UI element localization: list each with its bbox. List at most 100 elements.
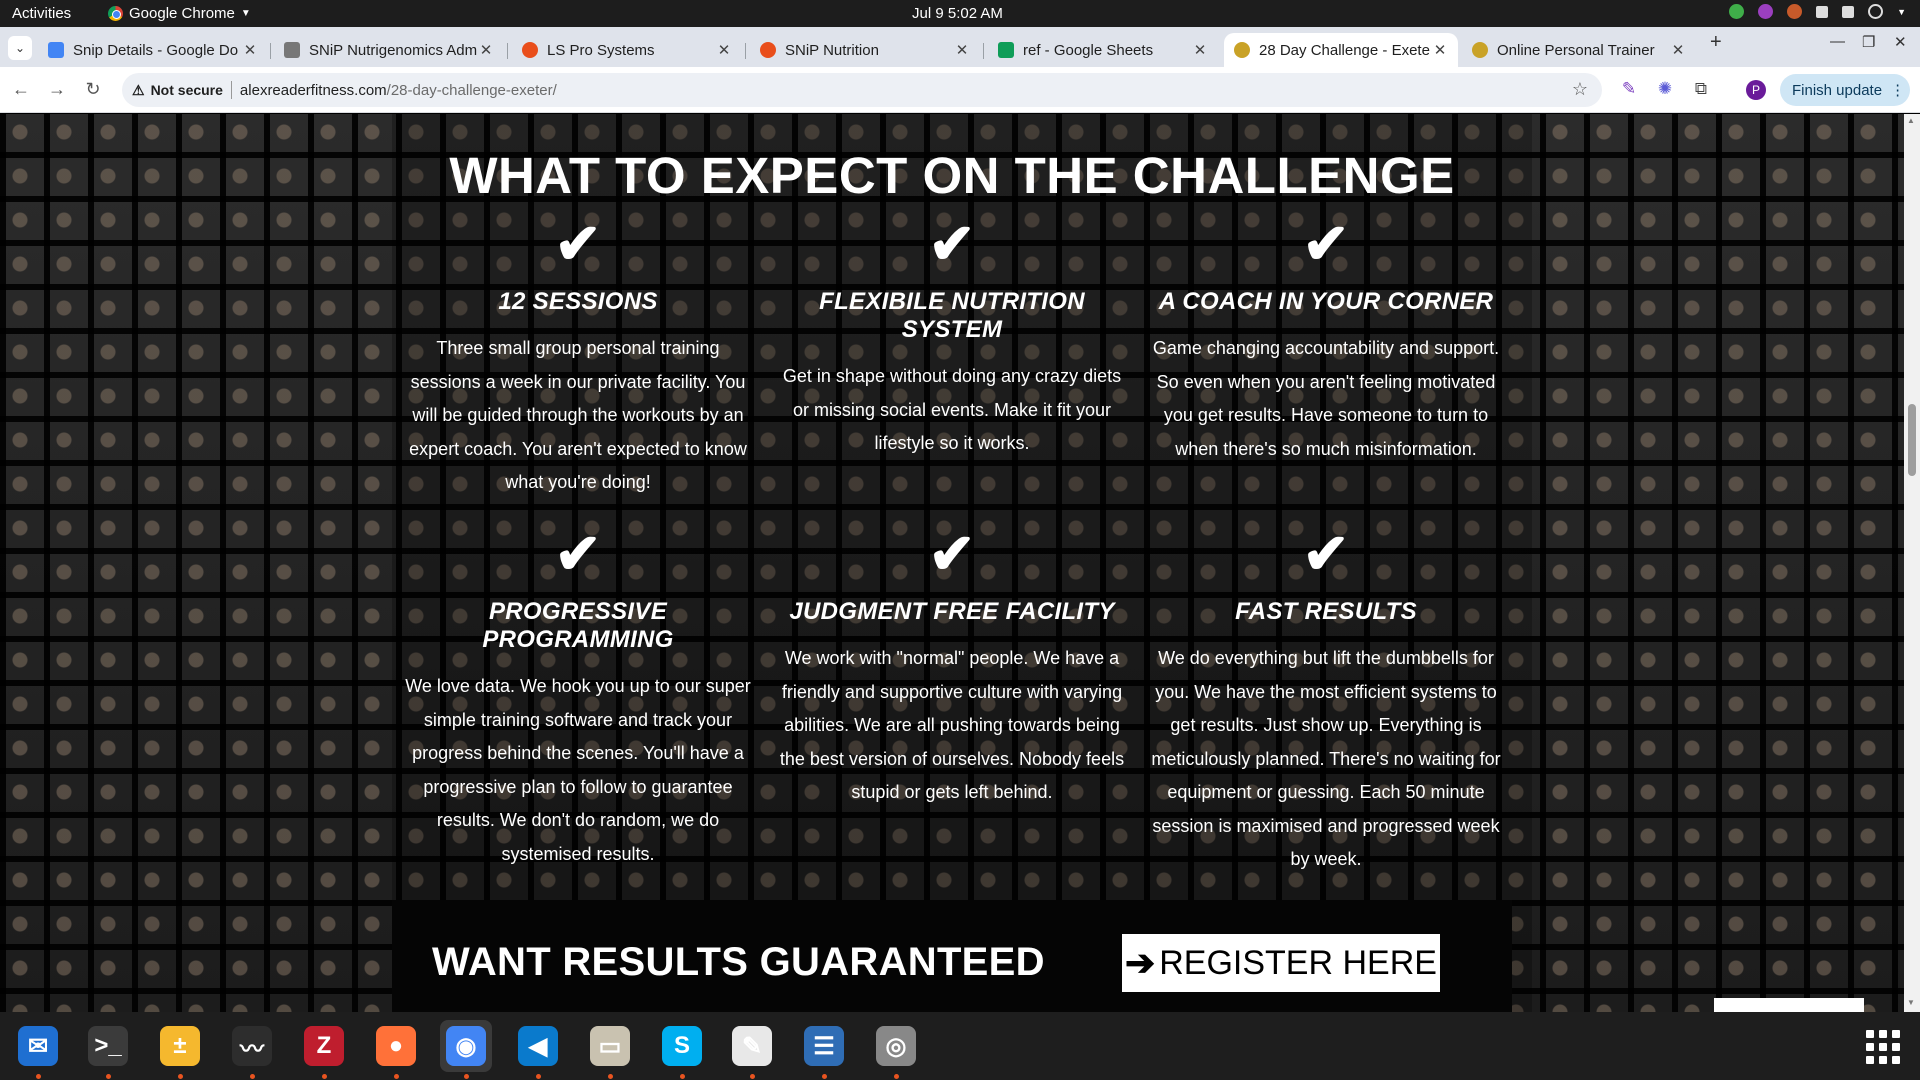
text-editor-icon[interactable]: ✎ [726, 1020, 778, 1072]
checkmark-icon: ✔ [928, 212, 976, 275]
register-button-label: REGISTER HERE [1159, 943, 1437, 982]
close-icon[interactable]: ✕ [1192, 41, 1208, 59]
caret-down-icon: ▼ [240, 8, 251, 19]
running-indicator [178, 1074, 183, 1079]
disk-utility-icon[interactable]: ◎ [870, 1020, 922, 1072]
activities-button[interactable]: Activities [12, 5, 71, 22]
running-indicator [250, 1074, 255, 1079]
chevron-down-icon[interactable]: ▼ [1897, 7, 1906, 17]
feature-text: Get in shape without doing any crazy die… [782, 366, 1122, 453]
tab-snip-nutrition[interactable]: SNiP Nutrition ✕ [750, 33, 980, 67]
app-menu[interactable]: Google Chrome ▼ [108, 5, 251, 22]
close-icon[interactable]: ✕ [1432, 41, 1448, 59]
scrollbar-thumb[interactable] [1908, 404, 1916, 476]
maximize-icon[interactable]: ❐ [1862, 33, 1875, 51]
extensions-puzzle-icon[interactable]: ⧉ [1690, 79, 1712, 101]
address-bar[interactable]: ⚠ Not secure alexreaderfitness.com/28-da… [122, 73, 1602, 107]
calculator-icon[interactable]: ± [154, 1020, 206, 1072]
tab-strip: ⌄ Snip Details - Google Do ✕ SNiP Nutrig… [0, 27, 1920, 67]
tab-ref-google-sheets[interactable]: ref - Google Sheets ✕ [988, 33, 1218, 67]
reload-icon[interactable]: ↻ [82, 79, 104, 100]
checkmark-icon: ✔ [928, 522, 976, 585]
feature-12-sessions: ✔ 12 SESSIONS Three small group personal… [398, 216, 758, 500]
feature-text: We do everything but lift the dumbbells … [1151, 648, 1501, 869]
new-tab-button[interactable]: + [1710, 31, 1722, 54]
app-indicator-icon[interactable] [1787, 4, 1803, 19]
snip-logo-icon [284, 42, 300, 58]
running-indicator [608, 1074, 613, 1079]
close-window-icon[interactable]: ✕ [1894, 33, 1907, 51]
warning-icon: ⚠ [132, 81, 145, 98]
app-indicator-icon[interactable] [1758, 4, 1774, 19]
url-path: /28-day-challenge-exeter/ [386, 81, 557, 99]
sparkle-extension-icon[interactable]: ✺ [1654, 79, 1676, 101]
close-icon[interactable]: ✕ [954, 41, 970, 59]
volume-icon[interactable] [1842, 5, 1855, 18]
close-icon[interactable]: ✕ [716, 41, 732, 59]
system-tray[interactable]: ▼ [1729, 4, 1906, 19]
terminal-icon[interactable]: >_ [82, 1020, 134, 1072]
network-icon[interactable] [1816, 5, 1829, 18]
chrome-icon[interactable]: ◉ [440, 1020, 492, 1072]
close-icon[interactable]: ✕ [242, 41, 258, 59]
profile-avatar[interactable]: P [1746, 80, 1766, 100]
divider [230, 81, 232, 99]
running-indicator [822, 1074, 827, 1079]
tab-snip-details[interactable]: Snip Details - Google Do ✕ [38, 33, 268, 67]
feature-flexible-nutrition: ✔ FLEXIBILE NUTRITION SYSTEM Get in shap… [772, 216, 1132, 461]
running-indicator [394, 1074, 399, 1079]
files-icon[interactable]: ▭ [584, 1020, 636, 1072]
firefox-icon[interactable]: ● [370, 1020, 422, 1072]
tab-search-button[interactable]: ⌄ [8, 36, 32, 60]
section-heading: WHAT TO EXPECT ON THE CHALLENGE [449, 147, 1455, 204]
scroll-down-arrow-icon[interactable]: ▼ [1907, 998, 1915, 1007]
minimize-icon[interactable]: — [1830, 33, 1845, 50]
tab-label: Online Personal Trainer [1497, 41, 1655, 59]
security-chip[interactable]: ⚠ Not secure [132, 82, 223, 99]
running-indicator [536, 1074, 541, 1079]
close-icon[interactable]: ✕ [478, 41, 494, 59]
tab-ls-pro-systems[interactable]: LS Pro Systems ✕ [512, 33, 742, 67]
document-viewer-icon[interactable]: ☰ [798, 1020, 850, 1072]
close-icon[interactable]: ✕ [1670, 41, 1686, 59]
tab-snip-nutrigenomics[interactable]: SNiP Nutrigenomics Adm ✕ [274, 33, 504, 67]
feature-title: FLEXIBILE NUTRITION SYSTEM [819, 288, 1085, 343]
feature-title: FAST RESULTS [1235, 598, 1417, 625]
arrow-right-icon: ➔ [1125, 942, 1156, 983]
skype-icon[interactable]: S [656, 1020, 708, 1072]
register-here-button[interactable]: ➔ REGISTER HERE [1122, 934, 1440, 992]
google-sheets-icon [998, 42, 1014, 58]
scroll-up-arrow-icon[interactable]: ▲ [1907, 116, 1915, 125]
feature-text: We love data. We hook you up to our supe… [405, 676, 751, 864]
show-applications-icon[interactable] [1866, 1030, 1900, 1064]
thunderbird-icon[interactable]: ✉ [12, 1020, 64, 1072]
feature-title: 12 SESSIONS [498, 288, 658, 315]
tab-28-day-challenge[interactable]: 28 Day Challenge - Exete ✕ [1224, 33, 1458, 67]
power-icon[interactable] [1868, 4, 1884, 19]
tab-online-personal-trainer[interactable]: Online Personal Trainer ✕ [1462, 33, 1696, 67]
taskbar-dock: ✉ >_ ± 〰 Z ● ◉ ◀ ▭ S ✎ ☰ ◎ [0, 1012, 1920, 1080]
page-scrollbar[interactable]: ▲ ▼ [1904, 114, 1920, 1012]
system-monitor-icon[interactable]: 〰 [226, 1020, 278, 1072]
running-indicator [464, 1074, 469, 1079]
feature-title: A COACH IN YOUR CORNER [1158, 288, 1494, 315]
filezilla-icon[interactable]: Z [298, 1020, 350, 1072]
running-indicator [36, 1074, 41, 1079]
forward-arrow-icon[interactable]: → [46, 79, 68, 100]
pen-extension-icon[interactable]: ✎ [1618, 79, 1640, 101]
checkmark-icon: ✔ [554, 212, 602, 275]
bookmark-star-icon[interactable]: ☆ [1572, 79, 1588, 100]
tab-label: SNiP Nutrigenomics Adm [309, 41, 478, 59]
clock[interactable]: Jul 9 5:02 AM [912, 5, 1003, 22]
vscode-icon[interactable]: ◀ [512, 1020, 564, 1072]
tab-divider [270, 43, 271, 59]
feature-text: We work with "normal" people. We have a … [779, 648, 1125, 802]
feature-progressive-programming: ✔ PROGRESSIVE PROGRAMMING We love data. … [398, 526, 758, 871]
checkmark-icon: ✔ [554, 522, 602, 585]
floating-widget[interactable] [1714, 998, 1864, 1012]
finish-update-button[interactable]: Finish update ⋮ [1780, 74, 1910, 106]
update-icon[interactable] [1729, 4, 1745, 19]
back-arrow-icon[interactable]: ← [10, 79, 32, 100]
tab-label: SNiP Nutrition [785, 41, 879, 59]
security-label: Not secure [150, 82, 223, 98]
